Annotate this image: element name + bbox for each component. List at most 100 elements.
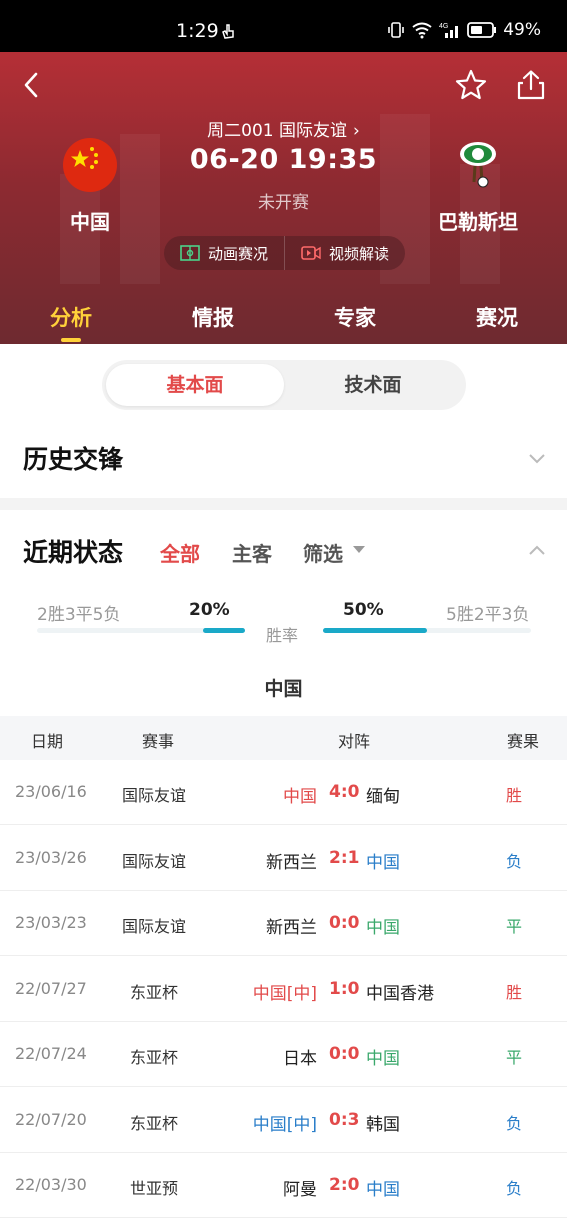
- chevron-down-icon[interactable]: [528, 453, 546, 465]
- col-competition: 赛事: [142, 732, 175, 751]
- row-competition: 世亚预: [129, 1179, 178, 1198]
- row-score: 2:0: [329, 1175, 360, 1195]
- chevron-right-icon: ›: [353, 121, 360, 141]
- table-row[interactable]: 23/06/16 国际友谊 中国 4:0 缅甸 胜: [0, 760, 567, 825]
- animation-live-button[interactable]: 动画赛况: [164, 236, 284, 270]
- row-away-team: 中国香港: [366, 983, 434, 1004]
- segment-fundamentals[interactable]: 基本面: [106, 364, 284, 406]
- share-icon[interactable]: [514, 68, 548, 102]
- filter-all[interactable]: 全部: [160, 538, 200, 567]
- home-winrate: 20%: [189, 600, 230, 620]
- row-result: 负: [505, 1179, 522, 1198]
- filter-home-away[interactable]: 主客: [232, 538, 272, 567]
- favorite-star-icon[interactable]: [454, 68, 488, 102]
- table-row[interactable]: 23/03/26 国际友谊 新西兰 2:1 中国 负: [0, 826, 567, 891]
- row-result: 平: [505, 1048, 522, 1067]
- animation-live-label: 动画赛况: [208, 244, 269, 263]
- tab-expert[interactable]: 专家: [310, 302, 400, 332]
- row-competition: 国际友谊: [121, 786, 186, 805]
- pitch-icon: [180, 245, 200, 261]
- row-home-team: 中国: [283, 787, 317, 807]
- table-row[interactable]: 22/07/20 东亚杯 中国[中] 0:3 韩国 负: [0, 1088, 567, 1153]
- table-row[interactable]: 23/03/23 国际友谊 新西兰 0:0 中国 平: [0, 891, 567, 956]
- home-team[interactable]: 中国: [20, 138, 160, 235]
- row-date: 22/03/30: [15, 1175, 87, 1194]
- status-time: 1:29: [176, 20, 219, 42]
- gesture-icon: [222, 24, 234, 39]
- row-result: 胜: [505, 982, 522, 1002]
- history-title[interactable]: 历史交锋: [23, 440, 123, 476]
- caret-down-icon[interactable]: [353, 546, 365, 553]
- row-home-team: 日本: [283, 1049, 317, 1069]
- home-team-name: 中国: [70, 210, 110, 234]
- svg-text:4G: 4G: [439, 23, 448, 30]
- row-away-team: 缅甸: [366, 787, 400, 807]
- row-home-team: 新西兰: [266, 852, 317, 873]
- main-tabs: 分析 情报 专家 赛况: [0, 288, 567, 344]
- row-score: 2:1: [329, 847, 360, 868]
- row-away-team: 韩国: [366, 1114, 400, 1135]
- away-winrate: 50%: [343, 600, 384, 620]
- home-rate-bar: [203, 628, 245, 633]
- row-away-team: 中国: [366, 1049, 400, 1069]
- tab-live[interactable]: 赛况: [452, 302, 542, 332]
- table-row[interactable]: 22/07/27 东亚杯 中国[中] 1:0 中国香港 胜: [0, 957, 567, 1022]
- away-rate-bar: [323, 628, 427, 633]
- row-competition: 东亚杯: [129, 982, 178, 1002]
- winrate-label: 胜率: [266, 626, 299, 645]
- row-result: 平: [505, 917, 522, 936]
- row-competition: 东亚杯: [129, 1113, 178, 1133]
- row-competition: 东亚杯: [129, 1048, 178, 1067]
- col-result: 赛果: [507, 732, 540, 751]
- row-away-team: 中国: [366, 852, 400, 873]
- row-home-team: 中国[中]: [252, 983, 317, 1004]
- segment-technical[interactable]: 技术面: [284, 364, 462, 406]
- palestine-fa-logo-icon: [460, 142, 496, 188]
- tab-expert-label: 专家: [334, 306, 376, 330]
- col-matchup: 对阵: [338, 732, 371, 751]
- tab-analysis[interactable]: 分析: [26, 302, 116, 342]
- row-home-team: 新西兰: [266, 918, 317, 938]
- row-date: 23/03/23: [15, 913, 87, 932]
- away-team[interactable]: 巴勒斯坦: [408, 138, 548, 235]
- row-score: 0:3: [329, 1109, 360, 1130]
- video-icon: [301, 246, 321, 260]
- row-score: 1:0: [329, 978, 360, 999]
- row-date: 22/07/20: [15, 1109, 87, 1129]
- recent-form-title: 近期状态: [23, 538, 124, 567]
- row-date: 23/06/16: [15, 782, 87, 801]
- tab-intel[interactable]: 情报: [168, 302, 258, 332]
- video-analysis-button[interactable]: 视频解读: [284, 236, 405, 270]
- row-date: 22/07/27: [15, 978, 87, 998]
- video-analysis-label: 视频解读: [329, 244, 390, 263]
- back-icon[interactable]: [18, 70, 46, 100]
- row-away-team: 中国: [366, 1180, 400, 1200]
- away-record: 5胜2平3负: [446, 605, 530, 625]
- media-pills: 动画赛况 视频解读: [164, 236, 406, 270]
- battery-percent: 49%: [503, 20, 541, 40]
- tab-active-indicator: [61, 338, 81, 342]
- team-caption: 中国: [264, 678, 303, 700]
- signal-icon: 4G: [439, 23, 459, 38]
- filter-dropdown[interactable]: 筛选: [303, 538, 343, 567]
- col-date: 日期: [31, 732, 64, 751]
- row-home-team: 阿曼: [283, 1180, 317, 1200]
- row-score: 0:0: [329, 1044, 360, 1064]
- chevron-up-icon[interactable]: [528, 544, 546, 556]
- table-row[interactable]: 22/07/24 东亚杯 日本 0:0 中国 平: [0, 1022, 567, 1087]
- row-score: 0:0: [329, 913, 360, 933]
- tab-intel-label: 情报: [192, 306, 234, 330]
- away-team-name: 巴勒斯坦: [438, 210, 518, 234]
- analysis-segment: 基本面 技术面: [102, 360, 466, 410]
- row-result: 负: [505, 1113, 522, 1133]
- row-home-team: 中国[中]: [252, 1114, 317, 1135]
- tab-analysis-label: 分析: [50, 306, 92, 330]
- row-away-team: 中国: [366, 918, 400, 938]
- status-bar: 1:29 4G 49%: [0, 0, 567, 52]
- row-result: 胜: [505, 786, 522, 805]
- row-competition: 国际友谊: [121, 851, 186, 871]
- vibrate-icon: [388, 22, 405, 38]
- table-row[interactable]: 22/03/30 世亚预 阿曼 2:0 中国 负: [0, 1153, 567, 1218]
- table-header: 日期 赛事 对阵 赛果: [0, 716, 567, 760]
- battery-icon: [467, 22, 497, 38]
